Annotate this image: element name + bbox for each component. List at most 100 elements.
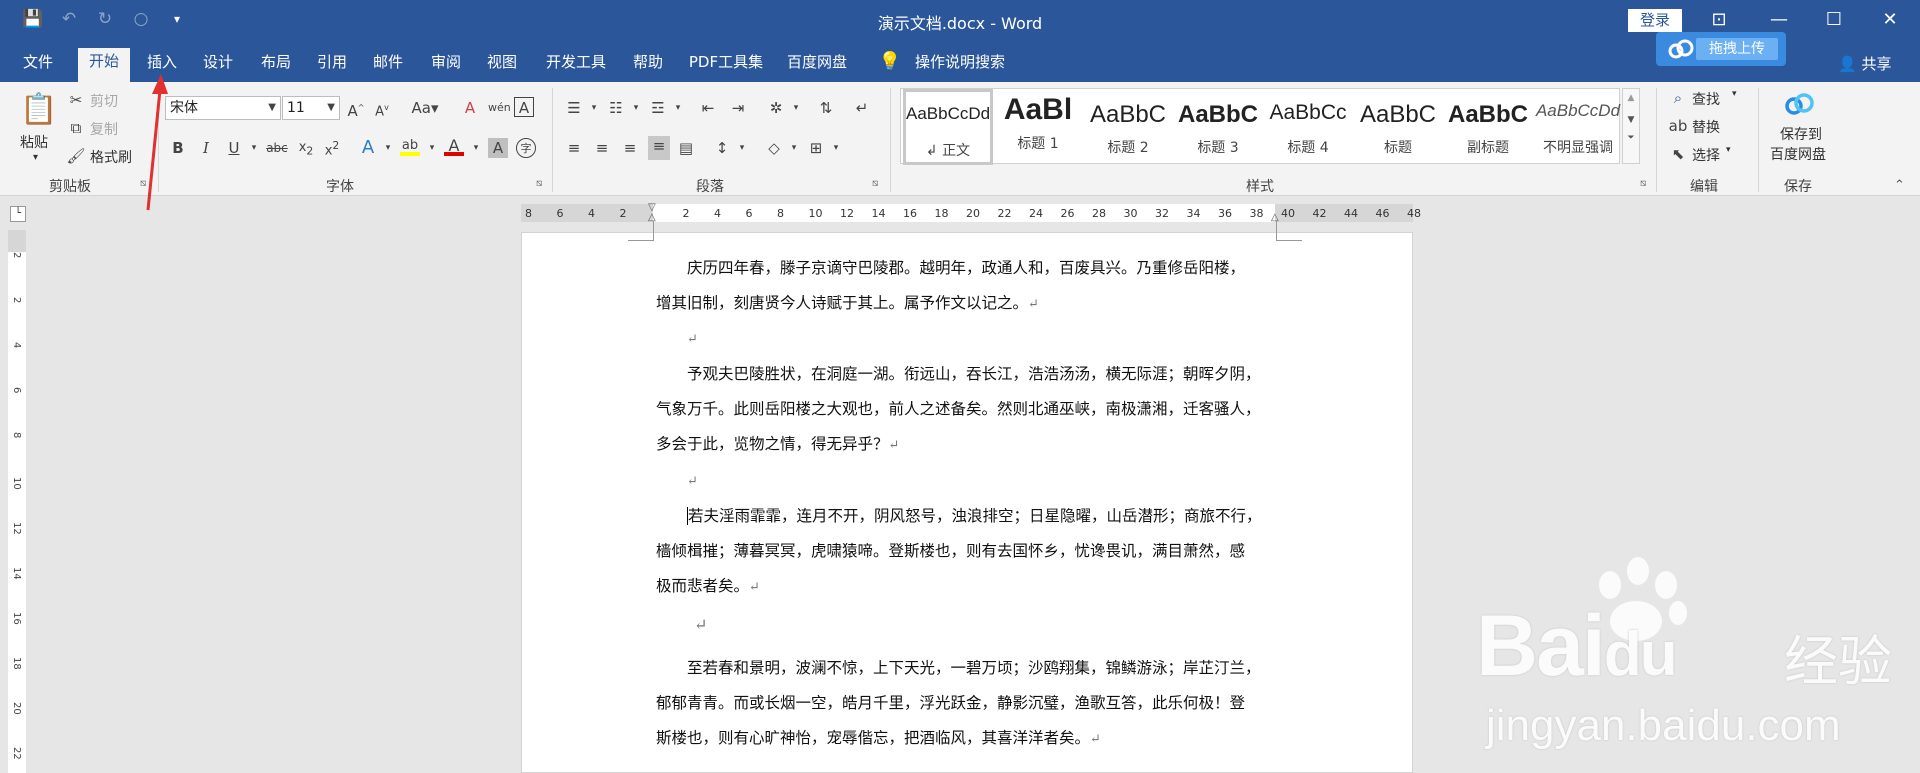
save-to-baidu-button[interactable]: 保存到	[1780, 124, 1822, 144]
baidu-upload-button[interactable]: 拖拽上传	[1656, 32, 1786, 66]
tab-view[interactable]: 视图	[480, 49, 524, 75]
style-normal[interactable]: AaBbCcDd ↲ 正文	[903, 89, 993, 165]
superscript-icon[interactable]: x2	[322, 136, 342, 158]
font-launcher-icon[interactable]: ⧅	[536, 178, 542, 189]
empty-paragraph[interactable]: ↵	[656, 607, 1296, 643]
paragraph-1[interactable]: 庆历四年春，滕子京谪守巴陵郡。越明年，政通人和，百废具兴。乃重修岳阳楼， 增其旧…	[656, 251, 1296, 322]
style-heading-3[interactable]: AaBbC 标题 3	[1173, 89, 1263, 165]
italic-icon[interactable]: I	[196, 138, 216, 158]
tab-design[interactable]: 设计	[196, 49, 240, 75]
grow-font-icon[interactable]: A^	[346, 98, 366, 120]
increase-indent-icon[interactable]: ⇥	[728, 98, 748, 118]
tab-file[interactable]: 文件	[18, 49, 58, 75]
vertical-ruler[interactable]: 2 2 4 6 8 10 12 14 16 18 20 22	[8, 252, 26, 773]
select-button[interactable]: 选择	[1692, 145, 1720, 165]
paragraph-4[interactable]: 至若春和景明，波澜不惊，上下天光，一碧万顷；沙鸥翔集，锦鳞游泳；岸芷汀兰， 郁郁…	[656, 651, 1296, 757]
numbering-icon[interactable]: ☷	[606, 98, 626, 118]
style-subtle-emphasis[interactable]: AaBbCcDd 不明显强调	[1533, 89, 1623, 165]
style-title[interactable]: AaBbC 标题	[1353, 89, 1443, 165]
minimize-icon[interactable]: —	[1765, 6, 1793, 34]
select-cursor-icon[interactable]: ⬉	[1668, 144, 1688, 164]
underline-dropdown-icon[interactable]: ▾	[244, 138, 264, 158]
highlight-dropdown-icon[interactable]: ▾	[422, 138, 442, 158]
font-color-dropdown-icon[interactable]: ▾	[466, 138, 486, 158]
tab-home[interactable]: 开始	[78, 48, 130, 82]
horizontal-ruler[interactable]: 8 6 4 2 2 4 6 8 10 12 14 16 18 20 22 24 26 28 30 32 34 36 38 40…	[521, 202, 1421, 223]
show-marks-icon[interactable]: ↵	[852, 98, 872, 118]
styles-launcher-icon[interactable]: ⧅	[1640, 178, 1646, 189]
align-right-icon[interactable]: ≡	[620, 138, 640, 158]
borders-icon[interactable]: ⊞	[806, 138, 826, 158]
sort-icon[interactable]: ⇅	[816, 98, 836, 118]
chinese-layout-dropdown-icon[interactable]: ▾	[786, 98, 806, 118]
bullets-icon[interactable]: ☰	[564, 98, 584, 118]
tab-selector-icon[interactable]: └	[10, 206, 26, 222]
login-button[interactable]: 登录	[1628, 9, 1682, 32]
replace-button[interactable]: 替换	[1692, 117, 1720, 137]
paragraph-launcher-icon[interactable]: ⧅	[872, 178, 878, 189]
cut-button[interactable]: 剪切	[90, 91, 118, 111]
strikethrough-icon[interactable]: abc	[264, 138, 290, 158]
tab-developer[interactable]: 开发工具	[540, 49, 612, 75]
enclose-character-icon[interactable]: 字	[516, 138, 536, 158]
subscript-icon[interactable]: x2	[296, 138, 316, 158]
shading-icon[interactable]: ◇	[764, 138, 784, 158]
chinese-layout-icon[interactable]: ✲	[766, 98, 786, 118]
shading-dropdown-icon[interactable]: ▾	[784, 138, 804, 158]
phonetic-guide-icon[interactable]: wén	[488, 98, 511, 118]
numbering-dropdown-icon[interactable]: ▾	[626, 98, 646, 118]
cut-icon[interactable]: ✂	[66, 90, 86, 110]
line-spacing-icon[interactable]: ↕	[712, 138, 732, 158]
format-painter-button[interactable]: 格式刷	[90, 147, 132, 167]
text-effects-dropdown-icon[interactable]: ▾	[378, 138, 398, 158]
decrease-indent-icon[interactable]: ⇤	[698, 98, 718, 118]
more-styles-icon[interactable]: ⏷	[1623, 133, 1639, 143]
distributed-icon[interactable]: ▤	[676, 138, 696, 158]
tab-baidu-netdisk[interactable]: 百度网盘	[784, 49, 850, 75]
find-button[interactable]: 查找	[1692, 89, 1720, 109]
maximize-icon[interactable]: ☐	[1820, 6, 1848, 34]
share-button[interactable]: 👤 共享	[1838, 53, 1891, 74]
chevron-up-icon[interactable]: ▲	[1623, 93, 1639, 103]
style-subtitle[interactable]: AaBbC 副标题	[1443, 89, 1533, 165]
line-spacing-dropdown-icon[interactable]: ▾	[732, 138, 752, 158]
tab-pdf-tools[interactable]: PDF工具集	[686, 49, 766, 75]
underline-icon[interactable]: U	[224, 138, 244, 158]
paste-dropdown-icon[interactable]: ▾	[33, 152, 38, 163]
justify-icon[interactable]: ≡	[648, 136, 670, 160]
align-left-icon[interactable]: ≡	[564, 138, 584, 158]
document-page[interactable]: 庆历四年春，滕子京谪守巴陵郡。越明年，政通人和，百废具兴。乃重修岳阳楼， 增其旧…	[521, 221, 1413, 773]
clear-formatting-icon[interactable]: A	[460, 98, 480, 118]
change-case-icon[interactable]: Aa▾	[408, 98, 442, 118]
format-painter-icon[interactable]: 🖌	[66, 146, 86, 166]
collapse-ribbon-icon[interactable]: ⌃	[1894, 178, 1905, 193]
close-icon[interactable]: ✕	[1876, 6, 1904, 34]
copy-button[interactable]: 复制	[90, 119, 118, 139]
multilevel-dropdown-icon[interactable]: ▾	[668, 98, 688, 118]
tab-layout[interactable]: 布局	[254, 49, 298, 75]
multilevel-list-icon[interactable]: ☲	[648, 98, 668, 118]
paragraph-3[interactable]: 若夫淫雨霏霏，连月不开，阴风怒号，浊浪排空；日星隐曜，山岳潜形；商旅不行， 樯倾…	[656, 499, 1296, 605]
align-center-icon[interactable]: ≡	[592, 138, 612, 158]
highlight-icon[interactable]: ab	[400, 136, 420, 156]
paste-icon[interactable]: 📋	[20, 90, 57, 130]
font-name-combo[interactable]: 宋体 ▼	[165, 96, 281, 120]
empty-paragraph[interactable]: ↵	[656, 321, 1296, 357]
tab-help[interactable]: 帮助	[626, 49, 670, 75]
text-effects-icon[interactable]: A	[358, 138, 378, 158]
character-shading-icon[interactable]: A	[488, 138, 508, 158]
select-dropdown-icon[interactable]: ▾	[1726, 145, 1731, 155]
font-size-combo[interactable]: 11 ▼	[282, 96, 340, 120]
find-icon[interactable]: ⌕	[1668, 88, 1688, 108]
bullets-dropdown-icon[interactable]: ▾	[584, 98, 604, 118]
paragraph-2[interactable]: 予观夫巴陵胜状，在洞庭一湖。衔远山，吞长江，浩浩汤汤，横无际涯；朝晖夕阴， 气象…	[656, 357, 1296, 463]
paste-button[interactable]: 粘贴	[20, 132, 48, 152]
tab-references[interactable]: 引用	[310, 49, 354, 75]
replace-icon[interactable]: ab	[1668, 116, 1688, 136]
save-to-baidu-button-line2[interactable]: 百度网盘	[1770, 144, 1826, 164]
borders-dropdown-icon[interactable]: ▾	[826, 138, 846, 158]
tab-review[interactable]: 审阅	[424, 49, 468, 75]
find-dropdown-icon[interactable]: ▾	[1732, 89, 1737, 99]
copy-icon[interactable]: ⧉	[66, 118, 86, 138]
shrink-font-icon[interactable]: Av	[372, 98, 392, 119]
